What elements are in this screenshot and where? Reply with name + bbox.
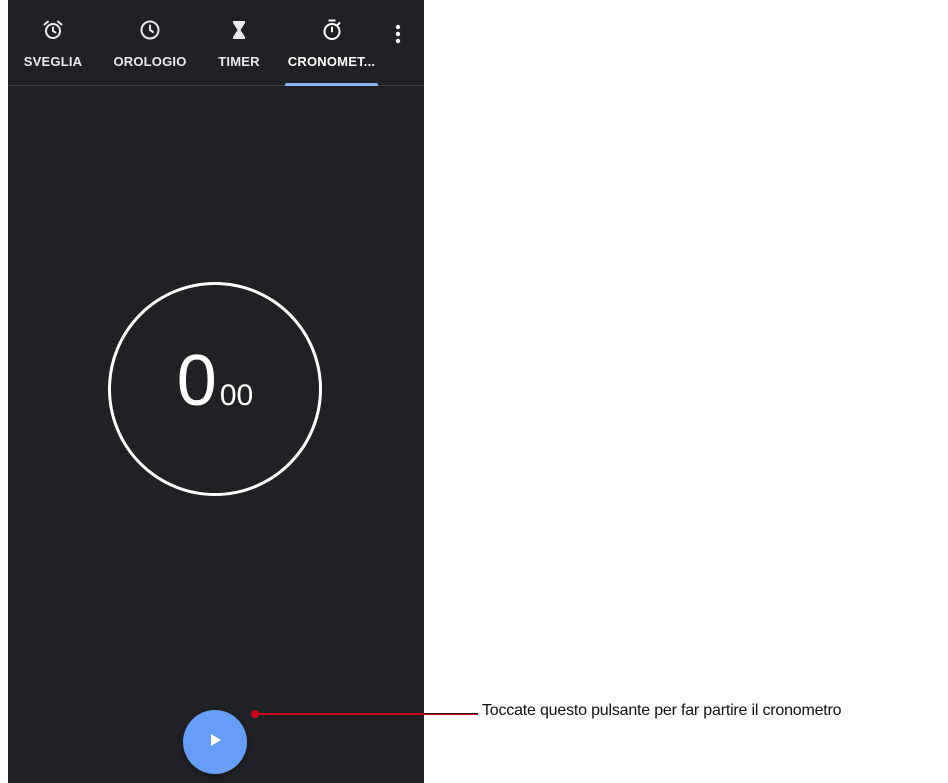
start-stopwatch-button[interactable] [183,710,247,774]
callout-text: Toccate questo pulsante per far partire … [482,702,842,719]
tab-clock[interactable]: OROLOGIO [110,0,190,86]
clock-icon [136,16,164,44]
stopwatch-hundredths: 00 [219,379,254,412]
callout-pointer-dot [251,710,259,718]
page: SVEGLIA OROLOGIO TIMER CRONOMET... 0 00 … [0,0,948,783]
tab-timer-label: TIMER [218,54,260,69]
tab-alarm[interactable]: SVEGLIA [18,0,88,86]
play-icon [206,731,224,754]
stopwatch-dial: 0 00 [108,282,322,496]
tab-stopwatch-label: CRONOMET... [287,54,376,69]
tab-timer[interactable]: TIMER [204,0,274,86]
tab-clock-label: OROLOGIO [113,54,187,69]
alarm-clock-icon [39,16,67,44]
stopwatch-icon [318,16,346,44]
more-vert-icon[interactable] [388,20,408,48]
clock-app-screen: SVEGLIA OROLOGIO TIMER CRONOMET... 0 00 [8,0,424,783]
hourglass-icon [225,16,253,44]
stopwatch-seconds: 0 [176,341,217,421]
stopwatch-time: 0 00 [111,285,319,493]
tab-alarm-label: SVEGLIA [23,54,83,69]
callout-leader-tail [424,713,478,714]
tab-bar: SVEGLIA OROLOGIO TIMER CRONOMET... [8,0,424,86]
tab-stopwatch[interactable]: CRONOMET... [285,0,378,86]
